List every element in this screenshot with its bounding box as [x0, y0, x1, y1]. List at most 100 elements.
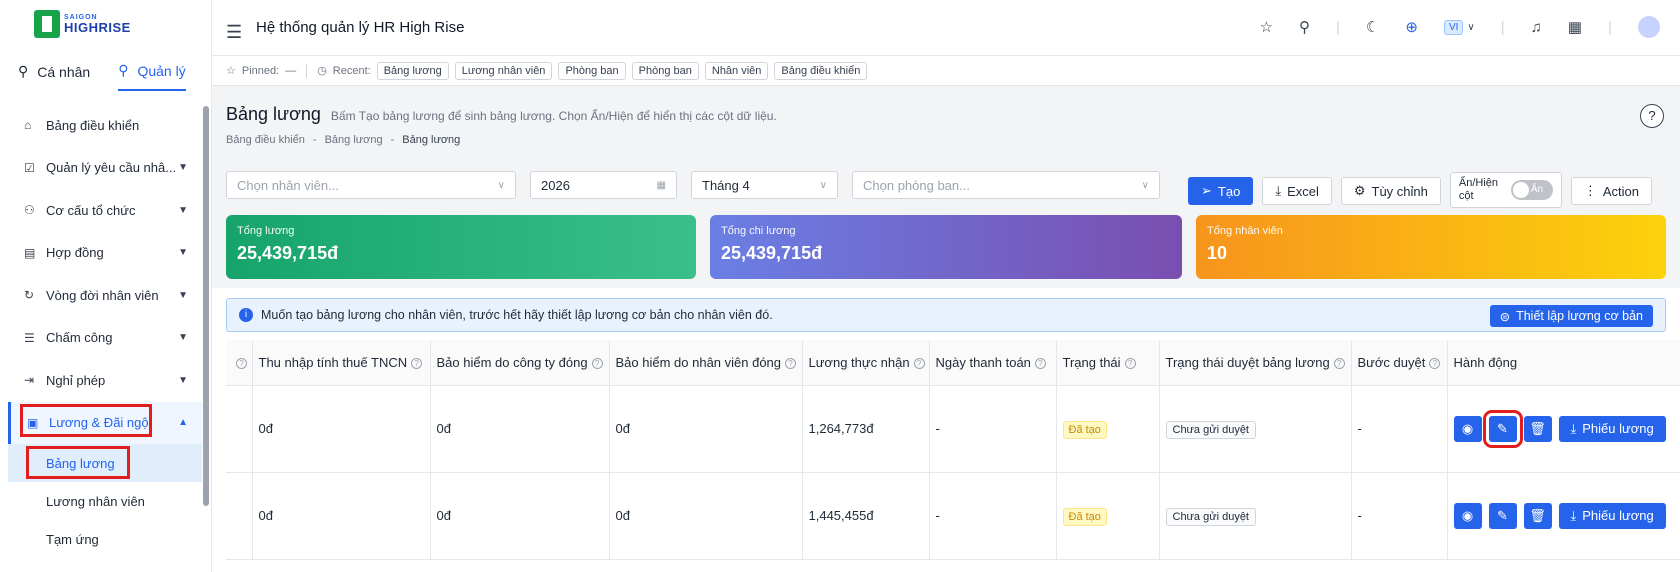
column-header[interactable]: Lương thực nhận? [802, 340, 930, 386]
view-button[interactable]: ◉ [1453, 415, 1482, 442]
menu-icon[interactable]: ☰ [226, 22, 242, 43]
sidebar-subitem-employee-salary[interactable]: Lương nhân viên [8, 482, 202, 520]
column-header-label: Trạng thái [1062, 354, 1121, 370]
pencil-icon: ✎ [1497, 507, 1508, 523]
divider: | [1336, 18, 1340, 36]
sidebar-scrollbar[interactable] [203, 106, 209, 506]
recent-chip[interactable]: Bảng lương [376, 61, 449, 80]
more-vertical-icon: ⋮ [1583, 183, 1597, 198]
question-icon: ? [591, 357, 603, 369]
mode-manager[interactable]: ⚲ Quản lý [118, 62, 186, 91]
column-header[interactable]: Trạng thái? [1056, 340, 1160, 386]
sidebar-item-label: Bảng điều khiển [46, 117, 140, 133]
edit-button[interactable]: ✎ [1482, 409, 1523, 448]
cell-taxable-income: 0đ [252, 472, 431, 560]
employee-select[interactable]: Chọn nhân viên... ∨ [226, 171, 516, 199]
table-row[interactable]: 0đ 0đ 0đ 1,445,455đ - Đã tạo Chưa gửi du… [226, 472, 1680, 560]
customize-button[interactable]: ⚙ Tùy chỉnh [1340, 177, 1441, 205]
stat-card-total-paid: Tổng chi lương 25,439,715đ [710, 215, 1182, 279]
create-button[interactable]: ➢ Tạo [1188, 177, 1254, 205]
breadcrumb-item[interactable]: Bảng điều khiển [226, 134, 305, 146]
cell-company-insurance: 0đ [430, 385, 610, 473]
column-visibility-toggle[interactable]: Ẩn/Hiện cột Ẩn [1449, 172, 1562, 208]
delete-button[interactable]: 🗑 [1523, 415, 1552, 442]
star-icon[interactable]: ☆ [1260, 18, 1273, 36]
question-icon: ? [1034, 357, 1046, 369]
question-icon: ? [1333, 357, 1345, 369]
divider [306, 63, 308, 78]
breadcrumb-item[interactable]: Bảng lương [325, 134, 383, 146]
column-header-label: Thu nhập tính thuế TNCN [258, 354, 408, 370]
sidebar-item-leave[interactable]: ⇥ Nghỉ phép ▼ [8, 359, 202, 402]
column-header-label: Ngày thanh toán [935, 354, 1031, 370]
sidebar-item-label: Nghỉ phép [46, 372, 106, 388]
sidebar-item-label: Chấm công [46, 330, 113, 346]
sidebar-item-attendance[interactable]: ☰ Chấm công ▼ [8, 317, 202, 360]
plus-circle-icon[interactable]: ⊕ [1405, 18, 1418, 36]
language-select[interactable]: VI ∨ [1443, 19, 1475, 35]
calendar-icon: ▦ [656, 179, 666, 191]
sidebar-item-contracts[interactable]: ▤ Hợp đồng ▼ [8, 232, 202, 275]
mode-personal[interactable]: ⚲ Cá nhân [18, 62, 90, 91]
sidebar-item-lifecycle[interactable]: ↻ Vòng đời nhân viên ▼ [8, 274, 202, 317]
sidebar-item-org[interactable]: ⚇ Cơ cấu tổ chức ▼ [8, 189, 202, 232]
department-select[interactable]: Chọn phòng ban... ∨ [852, 171, 1160, 199]
payslip-button-label: Phiếu lương [1582, 508, 1654, 523]
sidebar-item-label: Quản lý yêu cầu nhâ... [46, 160, 177, 176]
edit-button[interactable]: ✎ [1488, 502, 1517, 529]
payslip-button[interactable]: ⤓ Phiếu lương [1558, 415, 1666, 442]
bell-icon[interactable]: ♫ [1531, 19, 1542, 36]
trash-icon: 🗑 [1529, 507, 1546, 523]
search-icon[interactable]: ⚲ [1299, 18, 1310, 36]
help-icon[interactable]: ? [1640, 104, 1664, 128]
column-header[interactable]: Bước duyệt? [1351, 340, 1448, 386]
column-header[interactable]: Trạng thái duyệt bảng lương? [1159, 340, 1352, 386]
language-code: VI [1443, 19, 1464, 35]
refresh-icon: ↻ [24, 288, 35, 303]
logo[interactable]: SAIGON HIGHRISE [34, 10, 131, 38]
view-button[interactable]: ◉ [1453, 502, 1482, 529]
column-header-label: Bước duyệt [1357, 354, 1426, 370]
payslip-button[interactable]: ⤓ Phiếu lương [1558, 502, 1666, 529]
cell-actions: ◉ ✎ 🗑 ⤓ Phiếu lương [1447, 472, 1680, 560]
month-value: Tháng 4 [702, 177, 750, 193]
sidebar-subitem-label: Tạm ứng [46, 531, 99, 547]
delete-button[interactable]: 🗑 [1523, 502, 1552, 529]
year-picker[interactable]: 2026 ▦ [530, 171, 677, 199]
download-icon: ⤓ [1570, 507, 1577, 523]
toggle-label: Ẩn/Hiện cột [1458, 177, 1499, 202]
table-cell [226, 385, 253, 473]
month-select[interactable]: Tháng 4 ∨ [691, 171, 838, 199]
moon-icon[interactable]: ☾ [1366, 18, 1379, 36]
recent-chip[interactable]: Lương nhân viên [454, 61, 553, 80]
download-icon: ⤓ [1275, 183, 1282, 198]
column-header[interactable]: Thu nhập tính thuế TNCN? [252, 340, 431, 386]
recent-chip[interactable]: Phòng ban [558, 61, 626, 80]
column-header[interactable]: Bảo hiểm do công ty đóng? [430, 340, 610, 386]
approval-badge: Chưa gửi duyệt [1165, 508, 1256, 526]
payslip-button-label: Phiếu lương [1582, 421, 1654, 436]
column-header-label: Bảo hiểm do nhân viên đóng [615, 354, 782, 370]
table-cell [226, 472, 253, 560]
recent-chip[interactable]: Phòng ban [631, 61, 699, 80]
home-icon: ⌂ [24, 118, 32, 133]
action-button[interactable]: ⋮ Action [1570, 177, 1653, 205]
calendar-icon[interactable]: ▦ [1568, 18, 1582, 36]
topbar: ☰ Hệ thống quản lý HR High Rise ☆ ⚲ | ☾ … [212, 0, 1680, 56]
sidebar-subitem-advance[interactable]: Tạm ứng [8, 520, 202, 558]
table-row[interactable]: 0đ 0đ 0đ 1,264,773đ - Đã tạo Chưa gửi du… [226, 385, 1680, 473]
recent-chip[interactable]: Bảng điều khiển [774, 61, 868, 80]
approval-badge: Chưa gửi duyệt [1165, 421, 1256, 439]
toggle-switch[interactable]: Ẩn [1510, 180, 1553, 200]
avatar[interactable] [1638, 16, 1660, 38]
excel-button[interactable]: ⤓ Excel [1262, 177, 1332, 205]
stat-card-value: 10 [1207, 243, 1228, 263]
recent-chip[interactable]: Nhân viên [704, 61, 769, 80]
pin-bar: ☆ Pinned: — ◷ Recent: Bảng lương Lương n… [212, 56, 1680, 86]
setup-base-salary-button[interactable]: ⊜ Thiết lập lương cơ bản [1489, 305, 1653, 327]
column-header[interactable]: Ngày thanh toán? [929, 340, 1057, 386]
sidebar-item-dashboard[interactable]: ⌂ Bảng điều khiển [8, 104, 202, 147]
excel-button-label: Excel [1287, 183, 1319, 199]
sidebar-item-requests[interactable]: ☑ Quản lý yêu cầu nhâ... ▼ [8, 147, 202, 190]
column-header[interactable]: Bảo hiểm do nhân viên đóng? [609, 340, 803, 386]
